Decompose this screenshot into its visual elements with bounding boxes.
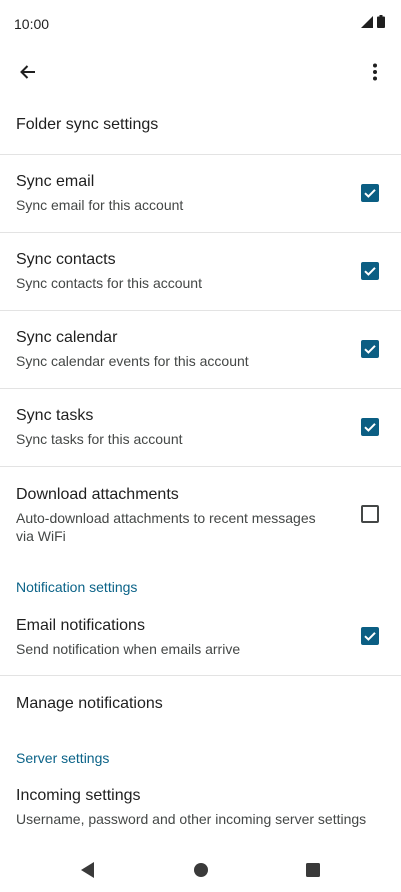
check-icon	[364, 632, 376, 641]
nav-home-button[interactable]	[189, 858, 213, 882]
status-time: 10:00	[14, 16, 50, 32]
email-notifications-checkbox[interactable]	[361, 627, 379, 645]
incoming-settings-title: Incoming settings	[16, 787, 141, 804]
download-attachments-checkbox[interactable]	[361, 505, 379, 523]
check-icon	[364, 189, 376, 198]
circle-home-icon	[194, 863, 208, 877]
download-attachments-subtitle-line1: Auto-download attachments to recent mess…	[16, 510, 316, 526]
email-notifications-row[interactable]: Email notifications Send notification wh…	[0, 597, 401, 675]
email-notifications-title: Email notifications	[16, 617, 145, 634]
manage-notifications-row[interactable]: Manage notifications	[0, 676, 401, 732]
app-bar	[0, 48, 401, 100]
sync-calendar-subtitle: Sync calendar events for this account	[16, 353, 249, 369]
more-vert-icon	[372, 63, 378, 86]
sync-contacts-title: Sync contacts	[16, 251, 116, 268]
check-icon	[364, 345, 376, 354]
page-title: Folder sync settings	[16, 116, 159, 133]
sync-tasks-row[interactable]: Sync tasks Sync tasks for this account	[0, 389, 401, 466]
navigation-bar	[0, 848, 401, 892]
sync-email-row[interactable]: Sync email Sync email for this account	[0, 155, 401, 232]
server-settings-header: Server settings	[16, 750, 110, 766]
sync-contacts-checkbox[interactable]	[361, 262, 379, 280]
square-recents-icon	[306, 863, 320, 877]
sync-tasks-title: Sync tasks	[16, 407, 94, 424]
incoming-settings-subtitle: Username, password and other incoming se…	[16, 811, 367, 827]
incoming-settings-row[interactable]: Incoming settings Username, password and…	[0, 770, 401, 836]
email-notifications-subtitle: Send notification when emails arrive	[16, 641, 241, 657]
sync-contacts-row[interactable]: Sync contacts Sync contacts for this acc…	[0, 233, 401, 310]
sync-calendar-title: Sync calendar	[16, 329, 118, 346]
manage-notifications-title: Manage notifications	[16, 695, 163, 712]
more-options-button[interactable]	[359, 56, 391, 92]
nav-back-button[interactable]	[76, 858, 100, 882]
status-icons	[361, 15, 385, 33]
back-button[interactable]	[12, 56, 44, 92]
sync-calendar-checkbox[interactable]	[361, 340, 379, 358]
sync-email-checkbox[interactable]	[361, 184, 379, 202]
sync-calendar-row[interactable]: Sync calendar Sync calendar events for t…	[0, 311, 401, 388]
sync-tasks-subtitle: Sync tasks for this account	[16, 431, 183, 447]
notification-settings-header: Notification settings	[16, 579, 138, 595]
sync-tasks-checkbox[interactable]	[361, 418, 379, 436]
check-icon	[364, 267, 376, 276]
signal-icon	[361, 15, 373, 33]
sync-contacts-subtitle: Sync contacts for this account	[16, 275, 202, 291]
arrow-left-icon	[18, 62, 38, 87]
sync-email-subtitle: Sync email for this account	[16, 197, 184, 213]
download-attachments-row[interactable]: Download attachments Auto-download attac…	[0, 467, 401, 562]
triangle-back-icon	[81, 862, 94, 878]
check-icon	[364, 423, 376, 432]
download-attachments-subtitle-line2: via WiFi	[16, 528, 66, 544]
battery-icon	[377, 15, 385, 33]
status-bar: 10:00	[0, 0, 401, 48]
download-attachments-title: Download attachments	[16, 486, 179, 503]
sync-email-title: Sync email	[16, 173, 95, 190]
nav-recents-button[interactable]	[301, 858, 325, 882]
